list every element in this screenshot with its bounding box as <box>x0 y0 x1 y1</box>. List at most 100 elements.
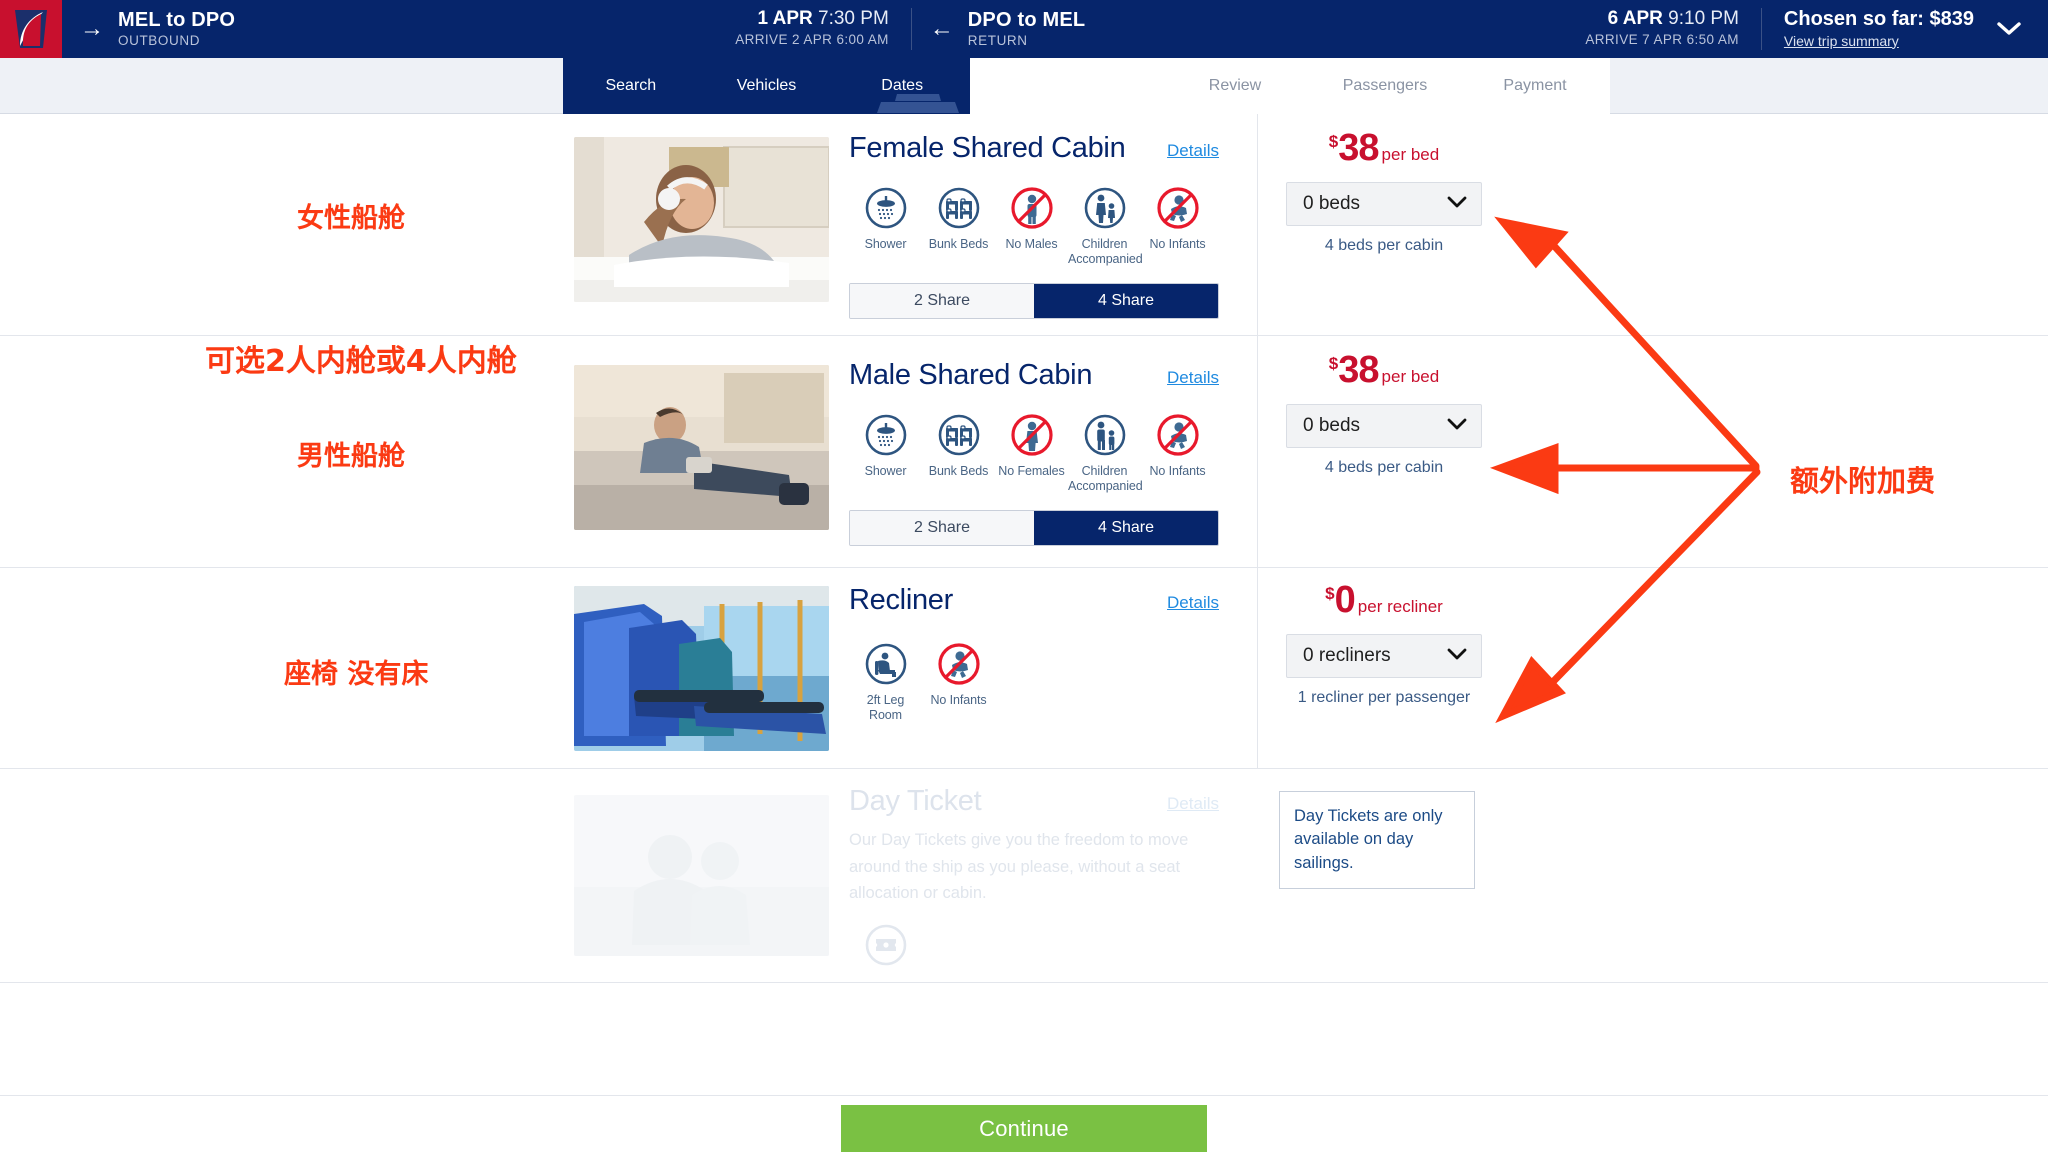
recliner-count-select[interactable]: 0 recliners <box>1286 634 1482 678</box>
amenity-label: No Infants <box>1149 237 1206 251</box>
step-review[interactable]: Review <box>1160 77 1310 95</box>
blue-recliner-seats-photo <box>574 586 829 751</box>
amenity-no-males: No Males <box>995 186 1068 267</box>
chosen-total: Chosen so far: $839 <box>1783 7 1974 30</box>
outbound-times: 1 APR 7:30 PM ARRIVE 2 APR 6:00 AM <box>713 0 911 58</box>
amenity-no-infants: No Infants <box>1141 186 1214 267</box>
select-value: 0 beds <box>1303 415 1361 436</box>
booking-step-nav: Search Vehicles Dates Review Passengers … <box>0 58 2048 114</box>
chevron-down-icon <box>1447 418 1467 430</box>
outbound-depart-time: 7:30 PM <box>818 8 889 30</box>
completed-steps-group: Search Vehicles Dates <box>563 58 970 114</box>
recliner-thumbnail[interactable] <box>574 586 829 751</box>
amenity-label: No Infants <box>930 693 987 707</box>
accommodation-row-male-shared-cabin: Male Shared Cabin Details Shower Bunk Be… <box>0 336 2048 568</box>
return-depart-time: 9:10 PM <box>1668 8 1739 30</box>
step-vehicles[interactable]: Vehicles <box>699 77 835 95</box>
amenity-children-accompanied: Children Accompanied <box>1068 186 1143 267</box>
recliner-info: Recliner Details 2ft Leg Room No Infants <box>849 584 1219 723</box>
share-option-4[interactable]: 4 Share <box>1034 510 1218 545</box>
day-ticket-details-link: Details <box>1167 794 1219 813</box>
continue-button[interactable]: Continue <box>841 1105 1207 1152</box>
female-cabin-price: $38 per bed <box>1279 127 1489 170</box>
return-times: 6 APR 9:10 PM ARRIVE 7 APR 6:50 AM <box>1563 0 1761 58</box>
share-option-2[interactable]: 2 Share <box>850 283 1034 318</box>
no-females-icon <box>995 413 1068 457</box>
step-search[interactable]: Search <box>563 77 699 95</box>
amenity-label: 2ft Leg Room <box>866 693 905 722</box>
amenity-label: Bunk Beds <box>928 237 989 251</box>
female-cabin-amenities: Shower Bunk Beds No Males Children Accom… <box>849 186 1219 267</box>
male-cabin-title: Male Shared Cabin <box>849 359 1093 391</box>
recliner-amenities: 2ft Leg Room No Infants <box>849 642 1219 723</box>
no-infants-icon <box>922 642 995 686</box>
female-cabin-beds-select[interactable]: 0 beds <box>1286 182 1482 226</box>
outbound-direction: OUTBOUND <box>118 32 201 48</box>
step-passengers[interactable]: Passengers <box>1310 77 1460 95</box>
chevron-down-icon <box>1997 22 2021 35</box>
header-expand-button[interactable] <box>1996 0 2048 58</box>
price-amount: 0 <box>1334 579 1356 621</box>
man-relaxing-in-cabin-photo <box>574 365 829 530</box>
children-accompanied-icon <box>1068 413 1141 457</box>
price-unit: per bed <box>1381 367 1440 386</box>
amenity-label: Bunk Beds <box>928 464 989 478</box>
accommodation-list: Female Shared Cabin Details Shower Bunk … <box>0 114 2048 1096</box>
view-trip-summary-link[interactable]: View trip summary <box>1784 31 1974 52</box>
amenity-label: Children Accompanied <box>1068 464 1143 493</box>
leg-room-icon <box>849 642 922 686</box>
return-leg[interactable]: ← DPO to MEL RETURN <box>912 0 1104 58</box>
amenity-no-infants: No Infants <box>1141 413 1214 494</box>
brand-logo[interactable] <box>0 0 62 58</box>
amenity-no-females: No Females <box>995 413 1068 494</box>
female-cabin-thumbnail[interactable] <box>574 137 829 302</box>
return-arrive: ARRIVE 7 APR 6:50 AM <box>1585 32 1739 48</box>
share-option-2[interactable]: 2 Share <box>850 510 1034 545</box>
outbound-leg[interactable]: → MEL to DPO OUTBOUND <box>62 0 253 58</box>
return-direction: RETURN <box>967 32 1028 48</box>
children-accompanied-icon <box>1068 186 1141 230</box>
male-cabin-share-toggle[interactable]: 2 Share 4 Share <box>849 509 1219 546</box>
female-cabin-price-column: $38 per bed 0 beds 4 beds per cabin <box>1279 127 1489 255</box>
row-divider <box>1257 568 1258 769</box>
amenity-label: No Males <box>1005 237 1058 251</box>
amenity-label: No Females <box>998 464 1065 478</box>
day-ticket-thumbnail <box>574 795 829 956</box>
amenity-no-infants: No Infants <box>922 642 995 723</box>
female-cabin-share-toggle[interactable]: 2 Share 4 Share <box>849 282 1219 319</box>
share-option-4[interactable]: 4 Share <box>1034 283 1218 318</box>
recliner-hint: 1 recliner per passenger <box>1297 689 1471 706</box>
select-value: 0 recliners <box>1303 645 1391 666</box>
day-ticket-description: Our Day Tickets give you the freedom to … <box>849 831 1189 903</box>
shower-icon <box>849 186 922 230</box>
upcoming-steps-group: Review Passengers Payment <box>970 58 1610 114</box>
amenity-shower: Shower <box>849 186 922 267</box>
accommodation-row-female-shared-cabin: Female Shared Cabin Details Shower Bunk … <box>0 114 2048 336</box>
female-cabin-title: Female Shared Cabin <box>849 132 1126 164</box>
global-header: → MEL to DPO OUTBOUND 1 APR 7:30 PM ARRI… <box>0 0 2048 58</box>
return-route: DPO to MEL <box>967 8 1086 31</box>
recliner-price: $0 per recliner <box>1279 579 1489 622</box>
currency-symbol: $ <box>1325 584 1335 603</box>
step-dates[interactable]: Dates <box>834 77 970 95</box>
amenity-leg-room: 2ft Leg Room <box>849 642 922 723</box>
no-infants-icon <box>1141 186 1214 230</box>
female-cabin-details-link[interactable]: Details <box>1167 141 1219 161</box>
step-payment[interactable]: Payment <box>1460 77 1610 95</box>
male-cabin-thumbnail[interactable] <box>574 365 829 530</box>
recliner-price-column: $0 per recliner 0 recliners 1 recliner pe… <box>1279 579 1489 707</box>
currency-symbol: $ <box>1328 354 1339 373</box>
row-divider <box>1257 336 1258 568</box>
no-males-icon <box>995 186 1068 230</box>
female-cabin-hint: 4 beds per cabin <box>1324 237 1444 254</box>
recliner-details-link[interactable]: Details <box>1167 593 1219 613</box>
male-cabin-beds-select[interactable]: 0 beds <box>1286 404 1482 448</box>
accommodation-row-recliner: Recliner Details 2ft Leg Room No Infants… <box>0 568 2048 769</box>
list-bottom-spacer <box>0 983 2048 1096</box>
male-cabin-info: Male Shared Cabin Details Shower Bunk Be… <box>849 359 1219 546</box>
return-depart-date: 6 APR <box>1607 8 1663 30</box>
chosen-so-far: Chosen so far: $839 View trip summary <box>1762 0 1996 58</box>
amenity-ticket <box>849 923 922 967</box>
male-cabin-details-link[interactable]: Details <box>1167 368 1219 388</box>
male-cabin-price-column: $38 per bed 0 beds 4 beds per cabin <box>1279 349 1489 477</box>
